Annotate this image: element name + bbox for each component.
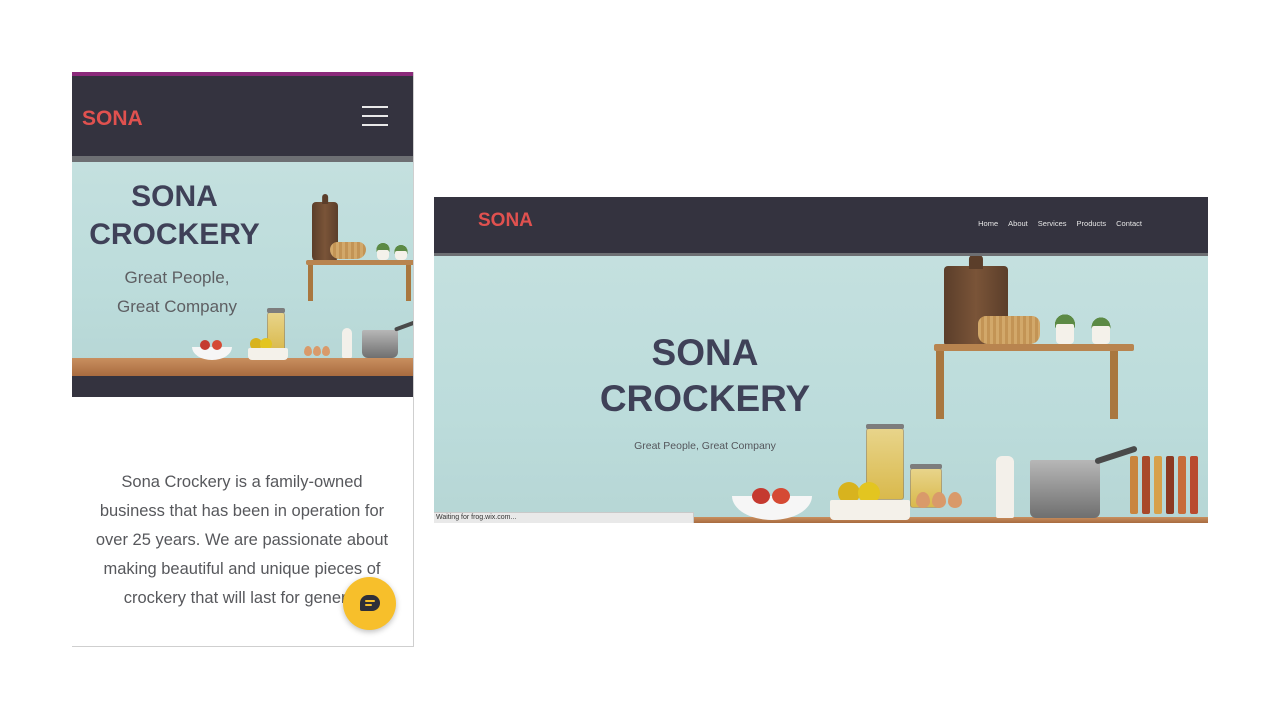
hero-subtitle: Great People, Great Company	[634, 440, 776, 452]
hero-subtitle-line2: Great Company	[117, 297, 237, 316]
hero-subtitle-line1: Great People,	[124, 268, 230, 287]
hero-section: SONA CROCKERY Great People, Great Compan…	[72, 162, 413, 376]
hero-title-line2: CROCKERY	[599, 378, 811, 419]
about-line: business that has been in operation for	[99, 502, 385, 520]
hamburger-menu-icon[interactable]	[362, 104, 388, 128]
mobile-preview: SONA SONA CROCKERY Great People, Great C…	[72, 72, 414, 647]
mobile-header: SONA	[72, 76, 413, 156]
hero-title-line2: CROCKERY	[89, 218, 260, 251]
hero-title-line1: SONA	[651, 332, 759, 373]
hero-title-line1: SONA	[131, 180, 218, 213]
hero-section: SONA CROCKERY	[434, 256, 1208, 523]
nav-contact[interactable]: Contact	[1116, 219, 1142, 228]
desktop-header: SONA Home About Services Products Contac…	[434, 197, 1208, 253]
nav-services[interactable]: Services	[1038, 219, 1067, 228]
main-nav: Home About Services Products Contact	[978, 219, 1142, 228]
browser-status-bar: Waiting for frog.wix.com...	[434, 512, 694, 523]
about-line: Sona Crockery is a family-owned	[121, 473, 363, 491]
chat-bubble-icon	[360, 595, 380, 611]
site-logo[interactable]: SONA	[478, 210, 533, 232]
desktop-preview: SONA Home About Services Products Contac…	[434, 197, 1208, 523]
nav-products[interactable]: Products	[1077, 219, 1107, 228]
hero-bottom-bar	[72, 376, 413, 397]
chat-button[interactable]	[343, 577, 396, 630]
site-logo[interactable]: SONA	[82, 107, 143, 131]
about-line: over 25 years. We are passionate about	[95, 531, 389, 549]
nav-home[interactable]: Home	[978, 219, 998, 228]
kitchen-background-image	[434, 256, 1208, 523]
nav-about[interactable]: About	[1008, 219, 1028, 228]
about-line: making beautiful and unique pieces of	[103, 560, 381, 578]
